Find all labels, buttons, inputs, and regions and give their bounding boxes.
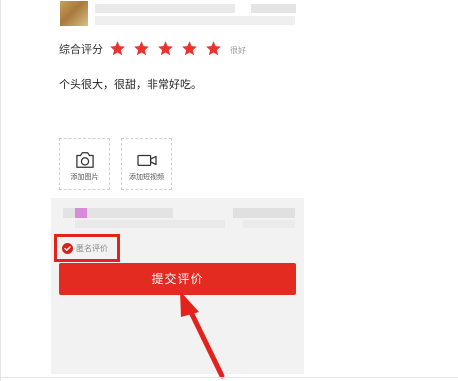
blurred-shop-row-2 bbox=[75, 220, 225, 228]
star-icon[interactable] bbox=[133, 40, 150, 57]
review-screen: 综合评分 很好 个头很大，很甜，非常好吃。 添加图片 添加短视频 bbox=[51, 0, 304, 374]
star-icon[interactable] bbox=[205, 40, 222, 57]
page-divider bbox=[0, 377, 458, 378]
video-camera-icon bbox=[136, 154, 157, 167]
review-text-input[interactable]: 个头很大，很甜，非常好吃。 bbox=[59, 78, 202, 92]
submit-review-button[interactable]: 提交评价 bbox=[59, 263, 296, 295]
blurred-product-spec bbox=[251, 4, 296, 13]
anonymous-option-highlight[interactable]: 匿名评价 bbox=[54, 234, 120, 262]
anonymous-review-label: 匿名评价 bbox=[76, 244, 108, 253]
product-thumbnail bbox=[60, 1, 88, 26]
blurred-product-name-2 bbox=[95, 16, 295, 25]
product-header bbox=[51, 0, 304, 32]
screenshot-canvas: 综合评分 很好 个头很大，很甜，非常好吃。 添加图片 添加短视频 匿名评价 提交… bbox=[0, 0, 458, 381]
star-icon[interactable] bbox=[157, 40, 174, 57]
star-icon[interactable] bbox=[181, 40, 198, 57]
blurred-shop-tag bbox=[233, 208, 295, 218]
rating-label: 综合评分 bbox=[59, 43, 103, 56]
blurred-shop-avatar bbox=[75, 208, 87, 218]
star-icon[interactable] bbox=[109, 40, 126, 57]
rating-status-text: 很好 bbox=[230, 46, 246, 55]
blurred-product-name bbox=[95, 4, 235, 13]
add-photo-button[interactable]: 添加图片 bbox=[59, 138, 110, 190]
camera-icon bbox=[75, 152, 94, 168]
add-video-label: 添加短视频 bbox=[129, 173, 164, 181]
add-video-button[interactable]: 添加短视频 bbox=[121, 138, 172, 190]
blurred-shop-tag-2 bbox=[243, 220, 295, 228]
page-edge bbox=[0, 0, 1, 381]
add-photo-label: 添加图片 bbox=[70, 173, 99, 181]
checkbox-checked-icon[interactable] bbox=[62, 243, 73, 254]
